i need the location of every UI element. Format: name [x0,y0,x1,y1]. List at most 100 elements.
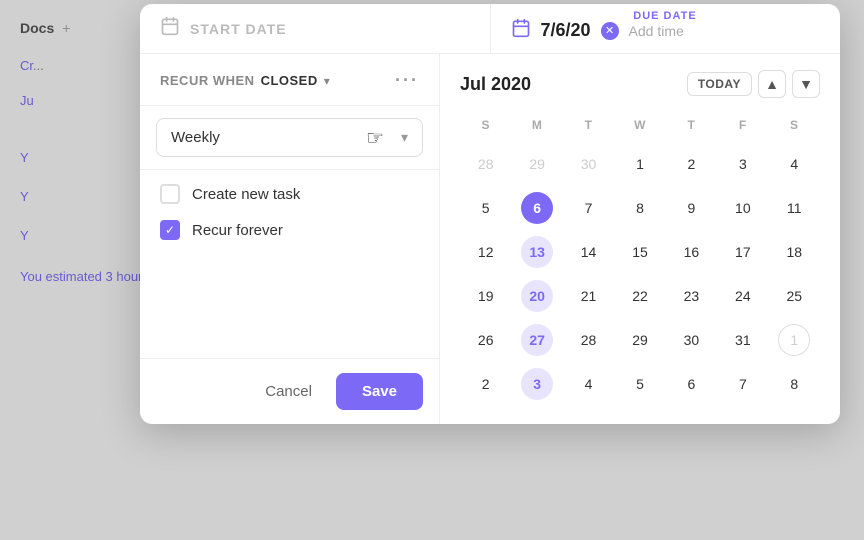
calendar-header: Jul 2020 TODAY ▲ ▼ [460,70,820,98]
calendar-panel: Jul 2020 TODAY ▲ ▼ SMTWTFS 2829301234567… [440,54,840,424]
calendar-cell[interactable]: 23 [666,276,717,316]
calendar-day-number: 1 [624,148,656,180]
calendar-day-number: 2 [470,368,502,400]
calendar-cell[interactable]: 5 [460,188,511,228]
calendar-day-number: 9 [675,192,707,224]
calendar-day-number: 7 [573,192,605,224]
modal-header: DUE DATE START DATE [140,4,840,54]
calendar-cell[interactable]: 16 [666,232,717,272]
calendar-cell[interactable]: 1 [769,320,820,360]
calendar-cell[interactable]: 6 [511,188,562,228]
calendar-cell[interactable]: 29 [614,320,665,360]
add-time-link[interactable]: Add time [629,23,684,39]
calendar-cell[interactable]: 24 [717,276,768,316]
calendar-day-number: 4 [778,148,810,180]
create-new-task-label: Create new task [192,186,300,203]
start-date-section[interactable]: START DATE [140,4,491,53]
calendar-cell[interactable]: 28 [563,320,614,360]
date-recur-modal: DUE DATE START DATE [140,4,840,424]
calendar-cell[interactable]: 2 [460,364,511,404]
today-button[interactable]: TODAY [687,72,752,96]
calendar-day-number: 26 [470,324,502,356]
calendar-week-2: 12131415 16 17 18 [460,232,820,272]
calendar-cell[interactable]: 13 [511,232,562,272]
create-new-task-checkbox[interactable] [160,184,180,204]
prev-month-button[interactable]: ▲ [758,70,786,98]
calendar-weeks: 2829301234567891011121314151617181920212… [460,144,820,404]
calendar-cell[interactable]: 9 [666,188,717,228]
calendar-day-headers: SMTWTFS [460,114,820,140]
calendar-cell[interactable]: 4 [769,144,820,184]
calendar-cell[interactable]: 22 [614,276,665,316]
calendar-day-number: 7 [727,368,759,400]
calendar-day-number: 3 [727,148,759,180]
more-options-button[interactable]: ··· [395,70,419,91]
calendar-cell[interactable]: 29 [511,144,562,184]
calendar-day-number: 20 [521,280,553,312]
calendar-day-number: 5 [470,192,502,224]
calendar-cell[interactable]: 3 [511,364,562,404]
next-month-button[interactable]: ▼ [792,70,820,98]
calendar-day-number: 8 [778,368,810,400]
recur-title-text: RECUR WHEN [160,73,255,88]
calendar-cell[interactable]: 7 [717,364,768,404]
clear-due-date-button[interactable]: ✕ [601,22,619,40]
calendar-grid: SMTWTFS 28293012345678910111213141516171… [460,114,820,404]
calendar-day-number: 31 [727,324,759,356]
calendar-cell[interactable]: 11 [769,188,820,228]
calendar-cell[interactable]: 8 [614,188,665,228]
calendar-cell[interactable]: 30 [563,144,614,184]
calendar-cell[interactable]: 3 [717,144,768,184]
calendar-cell[interactable]: 6 [666,364,717,404]
day-header-0: S [460,114,511,140]
create-new-task-option[interactable]: Create new task [160,184,419,204]
due-date-value: 7/6/20 [541,20,591,41]
calendar-cell[interactable]: 19 [460,276,511,316]
calendar-week-3: 19 20 21 22 23 24 25 [460,276,820,316]
day-header-3: W [614,114,665,140]
calendar-day-number: 27 [521,324,553,356]
calendar-cell[interactable]: 1 [614,144,665,184]
calendar-cell[interactable]: 15 [614,232,665,272]
calendar-cell[interactable]: 14 [563,232,614,272]
calendar-navigation: TODAY ▲ ▼ [687,70,820,98]
calendar-cell[interactable]: 18 [769,232,820,272]
calendar-week-4: 26 27 282930 31 1 [460,320,820,360]
calendar-cell[interactable]: 26 [460,320,511,360]
frequency-dropdown-wrapper: Weekly ☞ ▾ [140,106,439,170]
calendar-cell[interactable]: 30 [666,320,717,360]
calendar-day-number: 22 [624,280,656,312]
calendar-cell[interactable]: 8 [769,364,820,404]
calendar-cell[interactable]: 21 [563,276,614,316]
calendar-cell[interactable]: 5 [614,364,665,404]
calendar-cell[interactable]: 12 [460,232,511,272]
day-header-4: T [666,114,717,140]
save-button[interactable]: Save [336,373,423,410]
calendar-cell[interactable]: 10 [717,188,768,228]
calendar-day-number: 2 [675,148,707,180]
calendar-cell[interactable]: 25 [769,276,820,316]
calendar-day-number: 24 [727,280,759,312]
calendar-day-number: 17 [727,236,759,268]
recur-forever-checkbox[interactable]: ✓ [160,220,180,240]
calendar-cell[interactable]: 27 [511,320,562,360]
calendar-cell[interactable]: 2 [666,144,717,184]
recur-forever-option[interactable]: ✓ Recur forever [160,220,419,240]
calendar-cell[interactable]: 31 [717,320,768,360]
calendar-cell[interactable]: 28 [460,144,511,184]
calendar-day-number: 6 [675,368,707,400]
recur-title[interactable]: RECUR WHEN CLOSED ▾ [160,73,330,88]
due-date-label: DUE DATE [490,4,840,22]
cursor-hand-icon: ☞ [366,125,384,150]
calendar-day-number: 8 [624,192,656,224]
calendar-icon-start [160,16,180,41]
cancel-button[interactable]: Cancel [251,375,326,408]
calendar-cell[interactable]: 7 [563,188,614,228]
calendar-cell[interactable]: 20 [511,276,562,316]
calendar-day-number: 6 [521,192,553,224]
frequency-dropdown[interactable]: Weekly ☞ ▾ [156,118,423,157]
calendar-cell[interactable]: 17 [717,232,768,272]
calendar-cell[interactable]: 4 [563,364,614,404]
calendar-day-number: 16 [675,236,707,268]
calendar-day-number: 23 [675,280,707,312]
